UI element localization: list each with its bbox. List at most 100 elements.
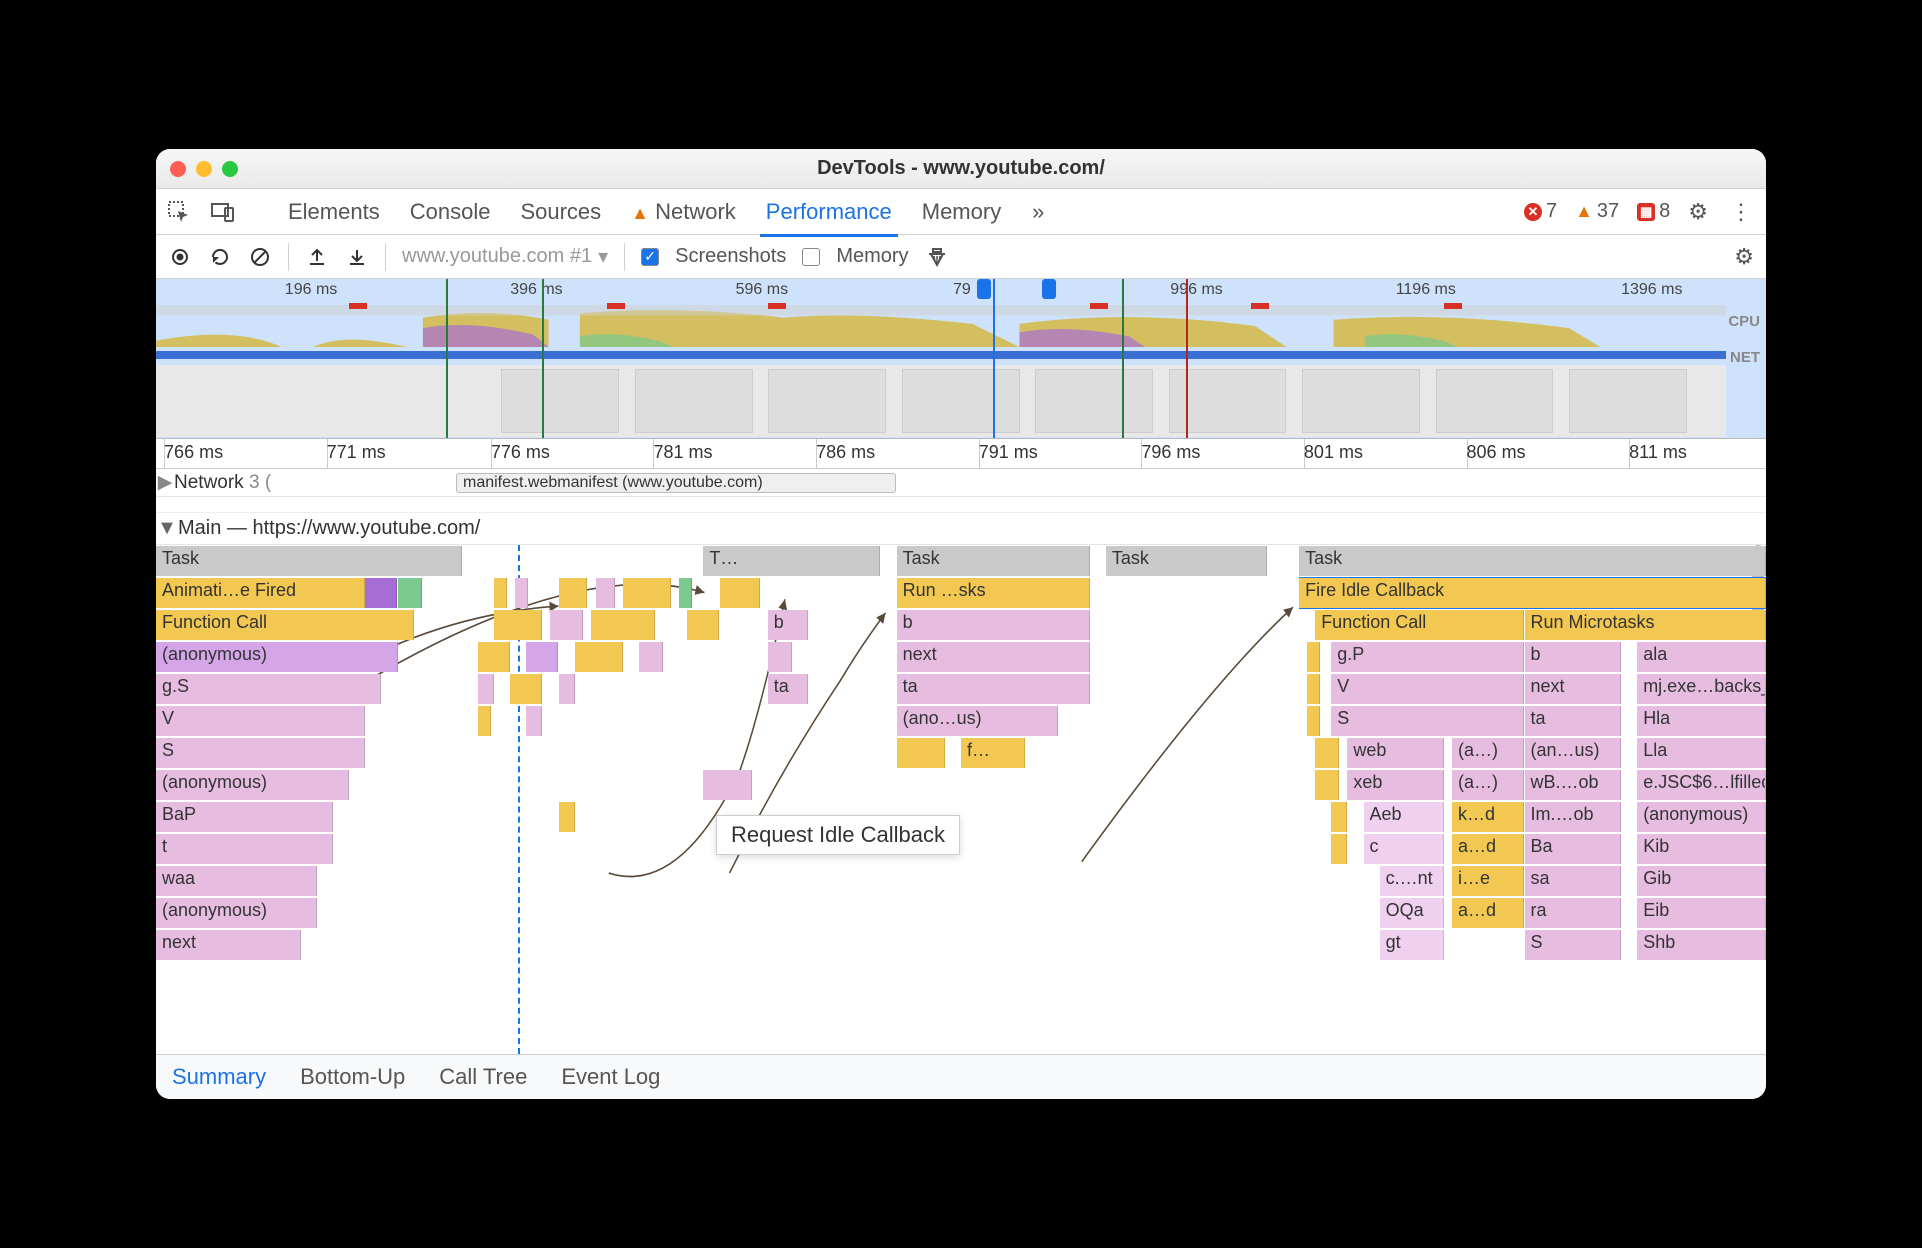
flame-bar[interactable] <box>1331 802 1347 832</box>
flame-bar[interactable]: Task <box>156 546 462 576</box>
flame-bar[interactable]: ta <box>1525 706 1622 736</box>
flame-chart[interactable]: Request Idle Callback TaskT…TaskTaskTask… <box>156 545 1766 1055</box>
flame-bar[interactable]: e.JSC$6…lfilled <box>1637 770 1766 800</box>
more-tabs-icon[interactable]: » <box>1025 199 1051 225</box>
filmstrip-frame[interactable] <box>1035 369 1153 433</box>
flame-bar[interactable]: Run …sks <box>897 578 1090 608</box>
flame-bar[interactable]: Task <box>1299 546 1766 576</box>
flame-bar[interactable] <box>768 642 792 672</box>
memory-checkbox[interactable]: ✓ <box>802 248 820 266</box>
overview[interactable]: 196 ms396 ms596 ms79996 ms1196 ms1396 ms… <box>156 279 1766 439</box>
flame-bar[interactable]: a…d <box>1452 834 1524 864</box>
flame-bar[interactable] <box>1307 674 1320 704</box>
tab-elements[interactable]: Elements <box>282 199 386 225</box>
flame-bar[interactable] <box>623 578 671 608</box>
error-count[interactable]: ✕ 7 <box>1524 200 1557 223</box>
flame-bar[interactable]: Function Call <box>1315 610 1524 640</box>
details-tab-event-log[interactable]: Event Log <box>561 1064 660 1090</box>
flame-bar[interactable]: ta <box>768 674 808 704</box>
flame-bar[interactable]: S <box>1525 930 1622 960</box>
flame-bar[interactable] <box>478 674 494 704</box>
screenshots-checkbox[interactable]: ✓ <box>641 248 659 266</box>
flame-bar[interactable]: k…d <box>1452 802 1524 832</box>
reload-icon[interactable] <box>208 245 232 269</box>
flame-bar[interactable]: ta <box>897 674 1090 704</box>
flame-bar[interactable]: next <box>156 930 301 960</box>
flame-bar[interactable] <box>897 738 945 768</box>
flame-bar[interactable] <box>526 706 542 736</box>
flame-bar[interactable] <box>515 578 528 608</box>
flame-bar[interactable]: (a…) <box>1452 738 1524 768</box>
flame-bar[interactable]: b <box>768 610 808 640</box>
filmstrip-frame[interactable] <box>1302 369 1420 433</box>
range-handle-right[interactable] <box>1042 279 1056 299</box>
flame-bar[interactable] <box>1307 642 1320 672</box>
collect-garbage-icon[interactable] <box>925 245 949 269</box>
flame-bar[interactable]: i…e <box>1452 866 1524 896</box>
flame-bar[interactable]: Animati…e Fired <box>156 578 365 608</box>
upload-icon[interactable] <box>305 245 329 269</box>
flame-bar[interactable]: (anonymous) <box>156 642 398 672</box>
filmstrip-frame[interactable] <box>501 369 619 433</box>
flame-bar[interactable] <box>687 610 719 640</box>
flame-bar[interactable] <box>1307 706 1320 736</box>
network-lane[interactable]: ▶ Network 3 ( manifest.webmanifest (www.… <box>156 469 1766 497</box>
flame-bar[interactable] <box>1315 770 1339 800</box>
perf-settings-gear-icon[interactable]: ⚙ <box>1734 244 1754 270</box>
tab-console[interactable]: Console <box>404 199 497 225</box>
flame-bar[interactable] <box>510 674 542 704</box>
flame-bar[interactable]: (an…us) <box>1525 738 1622 768</box>
flame-bar[interactable] <box>596 578 615 608</box>
download-icon[interactable] <box>345 245 369 269</box>
flame-bar[interactable]: (anonymous) <box>156 770 349 800</box>
flame-bar[interactable]: next <box>1525 674 1622 704</box>
select-element-icon[interactable] <box>166 199 192 225</box>
filmstrip-frame[interactable] <box>635 369 753 433</box>
flame-bar[interactable]: c.…nt <box>1380 866 1444 896</box>
flame-bar[interactable]: wB.…ob <box>1525 770 1622 800</box>
filmstrip-frame[interactable] <box>1569 369 1687 433</box>
flame-bar[interactable]: V <box>156 706 365 736</box>
flame-bar[interactable]: a…d <box>1452 898 1524 928</box>
flame-bar[interactable]: Eib <box>1637 898 1766 928</box>
flame-bar[interactable] <box>398 578 422 608</box>
flame-bar[interactable] <box>494 610 542 640</box>
flame-bar[interactable]: (a…) <box>1452 770 1524 800</box>
flame-bar[interactable]: next <box>897 642 1090 672</box>
flame-bar[interactable]: xeb <box>1347 770 1444 800</box>
filmstrip-frame[interactable] <box>1436 369 1554 433</box>
flame-bar[interactable]: web <box>1347 738 1444 768</box>
flame-bar[interactable] <box>703 770 751 800</box>
flame-bar[interactable]: Kib <box>1637 834 1766 864</box>
clear-icon[interactable] <box>248 245 272 269</box>
flame-bar[interactable]: (ano…us) <box>897 706 1058 736</box>
issue-count[interactable]: ▦ 8 <box>1637 200 1670 223</box>
flame-bar[interactable]: Run Microtasks <box>1525 610 1767 640</box>
flame-bar[interactable]: OQa <box>1380 898 1444 928</box>
flame-bar[interactable]: Lla <box>1637 738 1766 768</box>
flame-bar[interactable]: (anonymous) <box>156 898 317 928</box>
flame-bar[interactable] <box>478 642 510 672</box>
flame-bar[interactable]: Ba <box>1525 834 1622 864</box>
ruler[interactable]: 766 ms771 ms776 ms781 ms786 ms791 ms796 … <box>156 439 1766 469</box>
flame-bar[interactable]: sa <box>1525 866 1622 896</box>
disclose-down-icon[interactable]: ▼ <box>156 517 178 540</box>
flame-bar[interactable] <box>526 642 558 672</box>
flame-bar[interactable] <box>478 706 491 736</box>
flame-bar[interactable]: T… <box>703 546 880 576</box>
tab-network[interactable]: ▲ Network <box>625 199 742 225</box>
range-handle-left[interactable] <box>977 279 991 299</box>
flame-bar[interactable]: Task <box>1106 546 1267 576</box>
flame-bar[interactable] <box>559 674 575 704</box>
flame-bar[interactable]: b <box>1525 642 1622 672</box>
flame-bar[interactable]: Im.…ob <box>1525 802 1622 832</box>
kebab-icon[interactable]: ⋮ <box>1726 199 1756 225</box>
flame-bar[interactable]: c <box>1364 834 1445 864</box>
main-thread-header[interactable]: ▼ Main — https://www.youtube.com/ <box>156 513 1766 545</box>
flame-bar[interactable]: t <box>156 834 333 864</box>
tab-performance[interactable]: Performance <box>760 199 898 237</box>
tab-sources[interactable]: Sources <box>514 199 607 225</box>
details-tab-call-tree[interactable]: Call Tree <box>439 1064 527 1090</box>
flame-bar[interactable]: V <box>1331 674 1524 704</box>
flame-bar[interactable]: S <box>156 738 365 768</box>
